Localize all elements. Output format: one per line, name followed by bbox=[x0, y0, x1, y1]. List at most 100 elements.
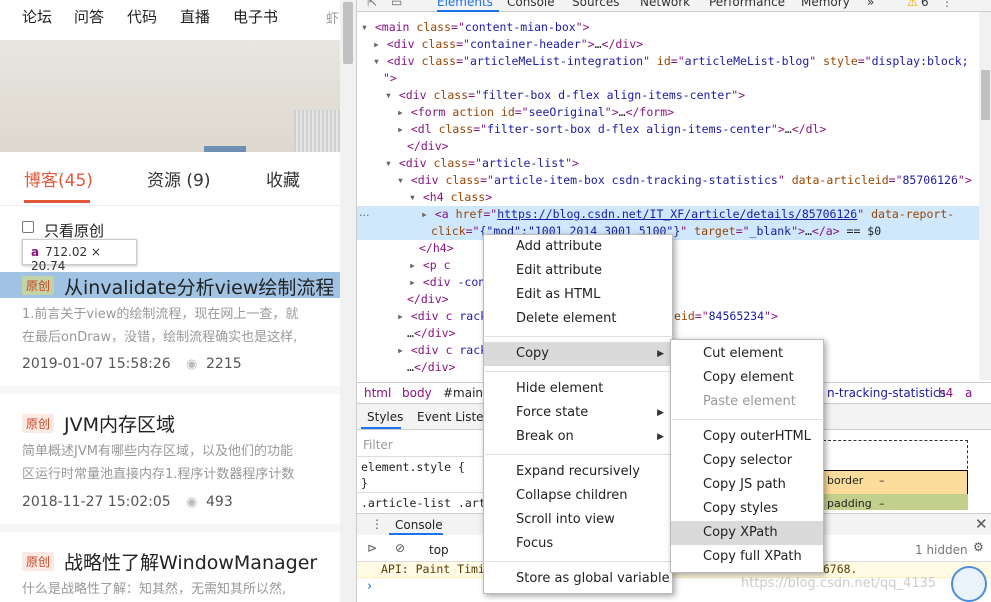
dom-token: article-list bbox=[481, 156, 566, 170]
expanded-arrow-icon[interactable]: ▾ bbox=[385, 88, 399, 102]
console-context-select[interactable]: top bbox=[429, 543, 449, 557]
dom-node-line[interactable]: ▾ <div class="articleMeList-integration"… bbox=[373, 53, 969, 70]
dom-token: =" bbox=[465, 224, 480, 238]
menu-item-edit-as-html[interactable]: Edit as HTML bbox=[484, 283, 672, 307]
menu-item-cut-element[interactable]: Cut element bbox=[671, 342, 823, 366]
dom-node-line[interactable]: …</div> bbox=[407, 325, 455, 342]
menu-item-force-state[interactable]: Force state ▶ bbox=[484, 401, 672, 425]
collapsed-arrow-icon[interactable]: ▸ bbox=[397, 105, 411, 119]
drawer-tab-console[interactable]: Console bbox=[395, 518, 443, 532]
expanded-arrow-icon[interactable]: ▾ bbox=[373, 54, 387, 68]
dom-token: articleMeList-blog bbox=[684, 54, 810, 68]
menu-item-copy-full-xpath[interactable]: Copy full XPath bbox=[671, 545, 823, 569]
dom-node-line[interactable]: ▾ <div class="article-list"> bbox=[385, 155, 579, 172]
nav-forum[interactable]: 论坛 bbox=[22, 6, 52, 27]
dom-node-line[interactable]: </h4> bbox=[419, 240, 454, 257]
nav-search-partial[interactable]: 虾 bbox=[326, 8, 339, 27]
menu-item-label: Expand recursively bbox=[516, 464, 640, 479]
article-2-date: 2018-11-27 15:02:05 bbox=[22, 494, 171, 510]
dom-node-line[interactable]: ▸ <div class="container-header">…</div> bbox=[373, 36, 643, 53]
menu-item-copy-js-path[interactable]: Copy JS path bbox=[671, 473, 823, 497]
console-settings-icon[interactable]: ⚙ bbox=[973, 540, 984, 554]
nav-ebook[interactable]: 电子书 bbox=[233, 6, 278, 27]
nav-live[interactable]: 直播 bbox=[180, 6, 210, 27]
menu-item-copy-outerhtml[interactable]: Copy outerHTML bbox=[671, 425, 823, 449]
collapsed-arrow-icon[interactable]: ▸ bbox=[421, 207, 435, 221]
styles-filter-input[interactable]: Filter bbox=[357, 432, 477, 456]
menu-item-add-attribute[interactable]: Add attribute bbox=[484, 235, 672, 259]
article-3-desc-line1: 什么是战略性了解：知其然，无需知其所以然, bbox=[22, 582, 287, 597]
menu-item-collapse-children[interactable]: Collapse children bbox=[484, 484, 672, 508]
dom-node-line[interactable]: </div> bbox=[407, 138, 449, 155]
menu-item-scroll-into-view[interactable]: Scroll into view bbox=[484, 508, 672, 532]
menu-item-focus[interactable]: Focus bbox=[484, 532, 672, 556]
nav-qa[interactable]: 问答 bbox=[74, 6, 104, 27]
tab-blog[interactable]: 博客(45) bbox=[24, 166, 93, 191]
breadcrumb-a[interactable]: a bbox=[965, 386, 972, 400]
menu-item-edit-attribute[interactable]: Edit attribute bbox=[484, 259, 672, 283]
dom-node-line[interactable]: ▸ <dl class="filter-sort-box d-flex alig… bbox=[397, 121, 826, 138]
menu-item-copy[interactable]: Copy ▶ bbox=[484, 342, 672, 366]
tab-styles[interactable]: Styles bbox=[367, 410, 403, 424]
page-scrollbar[interactable] bbox=[340, 0, 356, 602]
dom-node-line[interactable]: ▾ <div class="article-item-box csdn-trac… bbox=[397, 172, 972, 189]
dom-node-line[interactable]: ▸ <a href="https://blog.csdn.net/IT_XF/a… bbox=[421, 206, 954, 223]
menu-item-copy-element[interactable]: Copy element bbox=[671, 366, 823, 390]
dom-node-line[interactable]: …</div> bbox=[407, 359, 455, 376]
article-3-title[interactable]: 战略性了解WindowManager bbox=[64, 548, 317, 575]
original-only-label: 只看原创 bbox=[44, 222, 105, 240]
tab-resources[interactable]: 资源 (9) bbox=[147, 166, 210, 191]
dom-node-line[interactable]: ▸ <form action id="seeOriginal">…</form> bbox=[397, 104, 674, 121]
dom-node-line[interactable]: ▾ <div class="filter-box d-flex align-it… bbox=[385, 87, 745, 104]
console-prompt-icon[interactable]: › bbox=[367, 579, 372, 594]
dom-token: "> bbox=[565, 156, 579, 170]
close-drawer-icon[interactable]: ✕ bbox=[975, 515, 988, 533]
clear-console-icon[interactable]: ⊘ bbox=[395, 541, 405, 555]
original-only-checkbox[interactable] bbox=[22, 221, 34, 233]
article-2-title[interactable]: JVM内存区域 bbox=[64, 410, 175, 437]
collapsed-arrow-icon[interactable]: ▸ bbox=[397, 309, 411, 323]
collapsed-arrow-icon[interactable]: ▸ bbox=[397, 343, 411, 357]
menu-item-copy-styles[interactable]: Copy styles bbox=[671, 497, 823, 521]
menu-item-store-as-global-variable[interactable]: Store as global variable bbox=[484, 567, 672, 591]
dom-node-line[interactable]: ▸ <p c bbox=[409, 257, 451, 274]
expanded-arrow-icon[interactable]: ▾ bbox=[409, 190, 423, 204]
menu-item-hide-element[interactable]: Hide element bbox=[484, 377, 672, 401]
drawer-menu-icon[interactable]: ⋮ bbox=[371, 517, 383, 531]
breadcrumb-html[interactable]: html bbox=[364, 386, 391, 400]
tab-favorites[interactable]: 收藏 bbox=[266, 166, 300, 191]
collapsed-arrow-icon[interactable]: ▸ bbox=[409, 275, 423, 289]
article-1-title[interactable]: 从invalidate分析view绘制流程 bbox=[64, 273, 334, 300]
page-scrollbar-thumb[interactable] bbox=[343, 2, 353, 64]
breadcrumb-body[interactable]: body bbox=[402, 386, 432, 400]
menu-item-label: Copy selector bbox=[703, 453, 793, 468]
style-rule-article-list[interactable]: .article-list .arti bbox=[361, 495, 493, 512]
expanded-arrow-icon[interactable]: ▾ bbox=[361, 20, 375, 34]
menu-item-break-on[interactable]: Break on ▶ bbox=[484, 425, 672, 449]
collapsed-arrow-icon[interactable]: ▸ bbox=[373, 37, 387, 51]
dom-node-line[interactable]: "> bbox=[383, 70, 397, 87]
breadcrumb-h4[interactable]: h4 bbox=[938, 386, 953, 400]
sidebar-toggle-icon[interactable]: ⊳ bbox=[367, 541, 377, 555]
console-tab-indicator bbox=[389, 533, 443, 535]
dom-token: "> bbox=[791, 224, 805, 238]
menu-item-expand-recursively[interactable]: Expand recursively bbox=[484, 460, 672, 484]
dom-scrollbar-thumb[interactable] bbox=[981, 70, 990, 120]
expanded-arrow-icon[interactable]: ▾ bbox=[397, 173, 411, 187]
dom-token: display:block; bbox=[871, 54, 969, 68]
collapsed-arrow-icon[interactable]: ▸ bbox=[409, 258, 423, 272]
expanded-arrow-icon[interactable]: ▾ bbox=[385, 156, 399, 170]
dom-scrollbar[interactable] bbox=[979, 12, 991, 380]
nav-code[interactable]: 代码 bbox=[127, 6, 157, 27]
breadcrumb-article-item[interactable]: n-tracking-statistics bbox=[827, 386, 946, 400]
menu-item-copy-xpath[interactable]: Copy XPath bbox=[671, 521, 823, 545]
dom-token: <dl bbox=[410, 122, 439, 136]
style-rule-element[interactable]: element.style { bbox=[361, 459, 465, 476]
filter-divider bbox=[357, 456, 487, 457]
dom-node-line[interactable]: ▾ <h4 class> bbox=[409, 189, 492, 206]
menu-item-copy-selector[interactable]: Copy selector bbox=[671, 449, 823, 473]
dom-node-line[interactable]: </div> bbox=[407, 291, 449, 308]
menu-item-delete-element[interactable]: Delete element bbox=[484, 307, 672, 331]
collapsed-arrow-icon[interactable]: ▸ bbox=[397, 122, 411, 136]
dom-node-line[interactable]: ▾ <main class="content-mian-box"> bbox=[361, 19, 590, 36]
